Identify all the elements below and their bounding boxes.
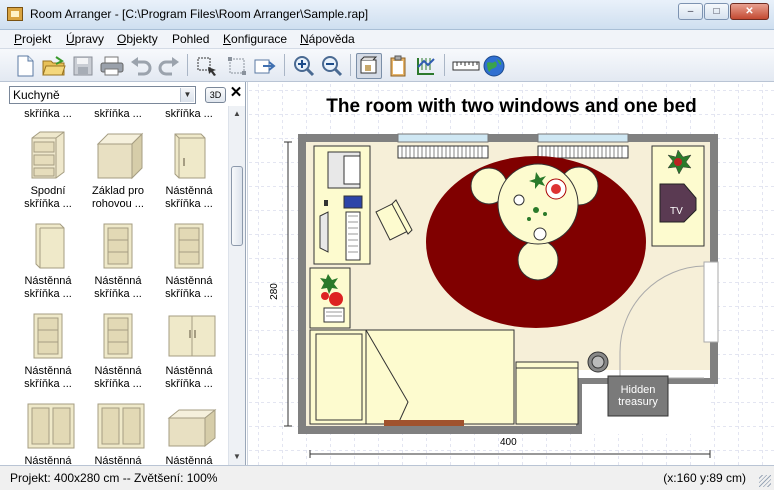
list-item-label: Nástěnná skříňka ... xyxy=(94,365,142,390)
library-scrollbar[interactable]: ▲ ▼ xyxy=(228,106,245,465)
library-grid: skříňka ... skříňka ... skříňka ... Spod… xyxy=(0,106,228,465)
toolbar-separator xyxy=(187,54,188,76)
list-item[interactable]: Nástěnná skříňka ... xyxy=(154,128,224,211)
wall-cabinet-icon xyxy=(167,128,211,182)
corner-base-icon xyxy=(96,128,144,182)
toolbar-separator xyxy=(444,54,445,76)
open-shelf-icon xyxy=(96,218,140,272)
list-item[interactable]: Nástěnná skříňka ... xyxy=(154,308,224,391)
toolbar-separator xyxy=(350,54,351,76)
list-item[interactable]: Nástěnná skříňka ... xyxy=(83,218,153,301)
maximize-button[interactable]: □ xyxy=(704,3,729,20)
window-title: Room Arranger - [C:\Program Files\Room A… xyxy=(30,7,369,21)
toolbar xyxy=(0,49,774,82)
list-item[interactable]: skříňka ... xyxy=(154,108,224,121)
list-item-label: skříňka ... xyxy=(165,108,213,120)
list-item-label: Základ pro rohovou ... xyxy=(92,185,144,210)
category-select[interactable]: Kuchyně ▼ xyxy=(9,86,196,104)
move-object-icon[interactable] xyxy=(194,53,220,79)
menu-projekt[interactable]: Projekt xyxy=(14,32,51,46)
object-library-panel: Kuchyně ▼ 3D ✕ skříňka ... skříňka ... s… xyxy=(0,82,246,465)
minimize-button[interactable]: – xyxy=(678,3,703,20)
list-item-label: Nástěnná skříňka ... xyxy=(94,275,142,300)
list-item-label: Nástěnná skříňka ... xyxy=(24,275,72,300)
list-item[interactable]: skříňka ... xyxy=(13,108,83,121)
close-icon[interactable]: ✕ xyxy=(229,85,243,101)
list-item[interactable]: Základ pro rohovou ... xyxy=(83,128,153,211)
app-icon xyxy=(7,7,23,21)
tv-label: TV xyxy=(670,206,683,217)
list-item[interactable]: Nástěnná skříňka ... xyxy=(83,308,153,391)
status-coordinates: (x:160 y:89 cm) xyxy=(663,471,746,485)
close-button[interactable]: ✕ xyxy=(730,3,769,20)
list-item[interactable]: Nástěnná xyxy=(13,398,83,465)
scroll-down-icon[interactable]: ▼ xyxy=(229,449,245,465)
hidden-treasury-label: Hidden treasury xyxy=(618,384,658,408)
measure-ruler-icon[interactable] xyxy=(451,53,481,79)
toolbar-separator xyxy=(284,54,285,76)
list-item-label: Nástěnná xyxy=(165,455,213,465)
dimension-width: 400 xyxy=(500,437,517,448)
walls-icon[interactable] xyxy=(413,53,439,79)
open-shelf-icon xyxy=(167,218,211,272)
save-disk-icon[interactable] xyxy=(70,53,96,79)
list-item[interactable]: Nástěnná xyxy=(83,398,153,465)
list-item-label: Nástěnná xyxy=(94,455,142,465)
title-bar: Room Arranger - [C:\Program Files\Room A… xyxy=(0,0,774,30)
list-item-label: Nástěnná xyxy=(24,455,72,465)
globe-icon[interactable] xyxy=(481,53,507,79)
floor-plan-drawing xyxy=(248,82,774,465)
status-project-info: Projekt: 400x280 cm -- Zvětšení: 100% xyxy=(10,471,218,485)
double-cabinet-icon xyxy=(167,308,216,362)
open-shelf-icon xyxy=(26,308,70,362)
list-item-label: Nástěnná skříňka ... xyxy=(165,365,213,390)
menu-napoveda[interactable]: Nápověda xyxy=(300,32,355,46)
scrollbar-thumb[interactable] xyxy=(231,166,243,246)
open-shelf-icon xyxy=(96,308,140,362)
menu-bar: Projekt Úpravy Objekty Pohled Konfigurac… xyxy=(0,30,774,49)
category-select-value: Kuchyně xyxy=(13,88,60,102)
list-item[interactable]: Nástěnná skříňka ... xyxy=(154,218,224,301)
undo-icon[interactable] xyxy=(128,53,154,79)
plan-title: The room with two windows and one bed xyxy=(326,96,697,117)
list-item-label: Nástěnná skříňka ... xyxy=(165,185,213,210)
glass-cabinet-icon xyxy=(96,398,145,452)
list-item[interactable]: Nástěnná xyxy=(154,398,224,465)
scroll-up-icon[interactable]: ▲ xyxy=(229,106,245,122)
room-view-icon[interactable] xyxy=(356,53,382,79)
menu-objekty[interactable]: Objekty xyxy=(117,32,158,46)
3d-view-button[interactable]: 3D xyxy=(205,87,226,103)
list-item-label: skříňka ... xyxy=(94,108,142,120)
clipboard-icon[interactable] xyxy=(385,53,411,79)
list-item[interactable]: Nástěnná skříňka ... xyxy=(13,218,83,301)
print-icon[interactable] xyxy=(99,53,125,79)
chevron-down-icon[interactable]: ▼ xyxy=(180,88,194,102)
low-cabinet-icon xyxy=(167,398,217,452)
floor-plan-canvas[interactable]: The room with two windows and one bed TV… xyxy=(247,82,774,465)
list-item-label: skříňka ... xyxy=(24,108,72,120)
export-icon[interactable] xyxy=(252,53,278,79)
dimension-height: 280 xyxy=(268,283,280,300)
list-item-label: Nástěnná skříňka ... xyxy=(165,275,213,300)
open-folder-icon[interactable] xyxy=(41,53,67,79)
cabinet-drawers-icon xyxy=(26,128,70,182)
select-area-icon[interactable] xyxy=(224,53,250,79)
list-item[interactable]: skříňka ... xyxy=(83,108,153,121)
list-item[interactable]: Spodní skříňka ... xyxy=(13,128,83,211)
status-bar: Projekt: 400x280 cm -- Zvětšení: 100% (x… xyxy=(0,465,774,490)
glass-cabinet-icon xyxy=(26,398,75,452)
zoom-out-icon[interactable] xyxy=(319,53,345,79)
new-document-icon[interactable] xyxy=(12,53,38,79)
menu-pohled[interactable]: Pohled xyxy=(172,32,209,46)
list-item-label: Spodní skříňka ... xyxy=(24,185,72,210)
list-item-label: Nástěnná skříňka ... xyxy=(24,365,72,390)
wall-cabinet-icon xyxy=(26,218,70,272)
menu-konfigurace[interactable]: Konfigurace xyxy=(223,32,287,46)
redo-icon[interactable] xyxy=(156,53,182,79)
menu-upravy[interactable]: Úpravy xyxy=(66,32,104,46)
resize-grip-icon[interactable] xyxy=(759,475,771,487)
zoom-in-icon[interactable] xyxy=(291,53,317,79)
list-item[interactable]: Nástěnná skříňka ... xyxy=(13,308,83,391)
